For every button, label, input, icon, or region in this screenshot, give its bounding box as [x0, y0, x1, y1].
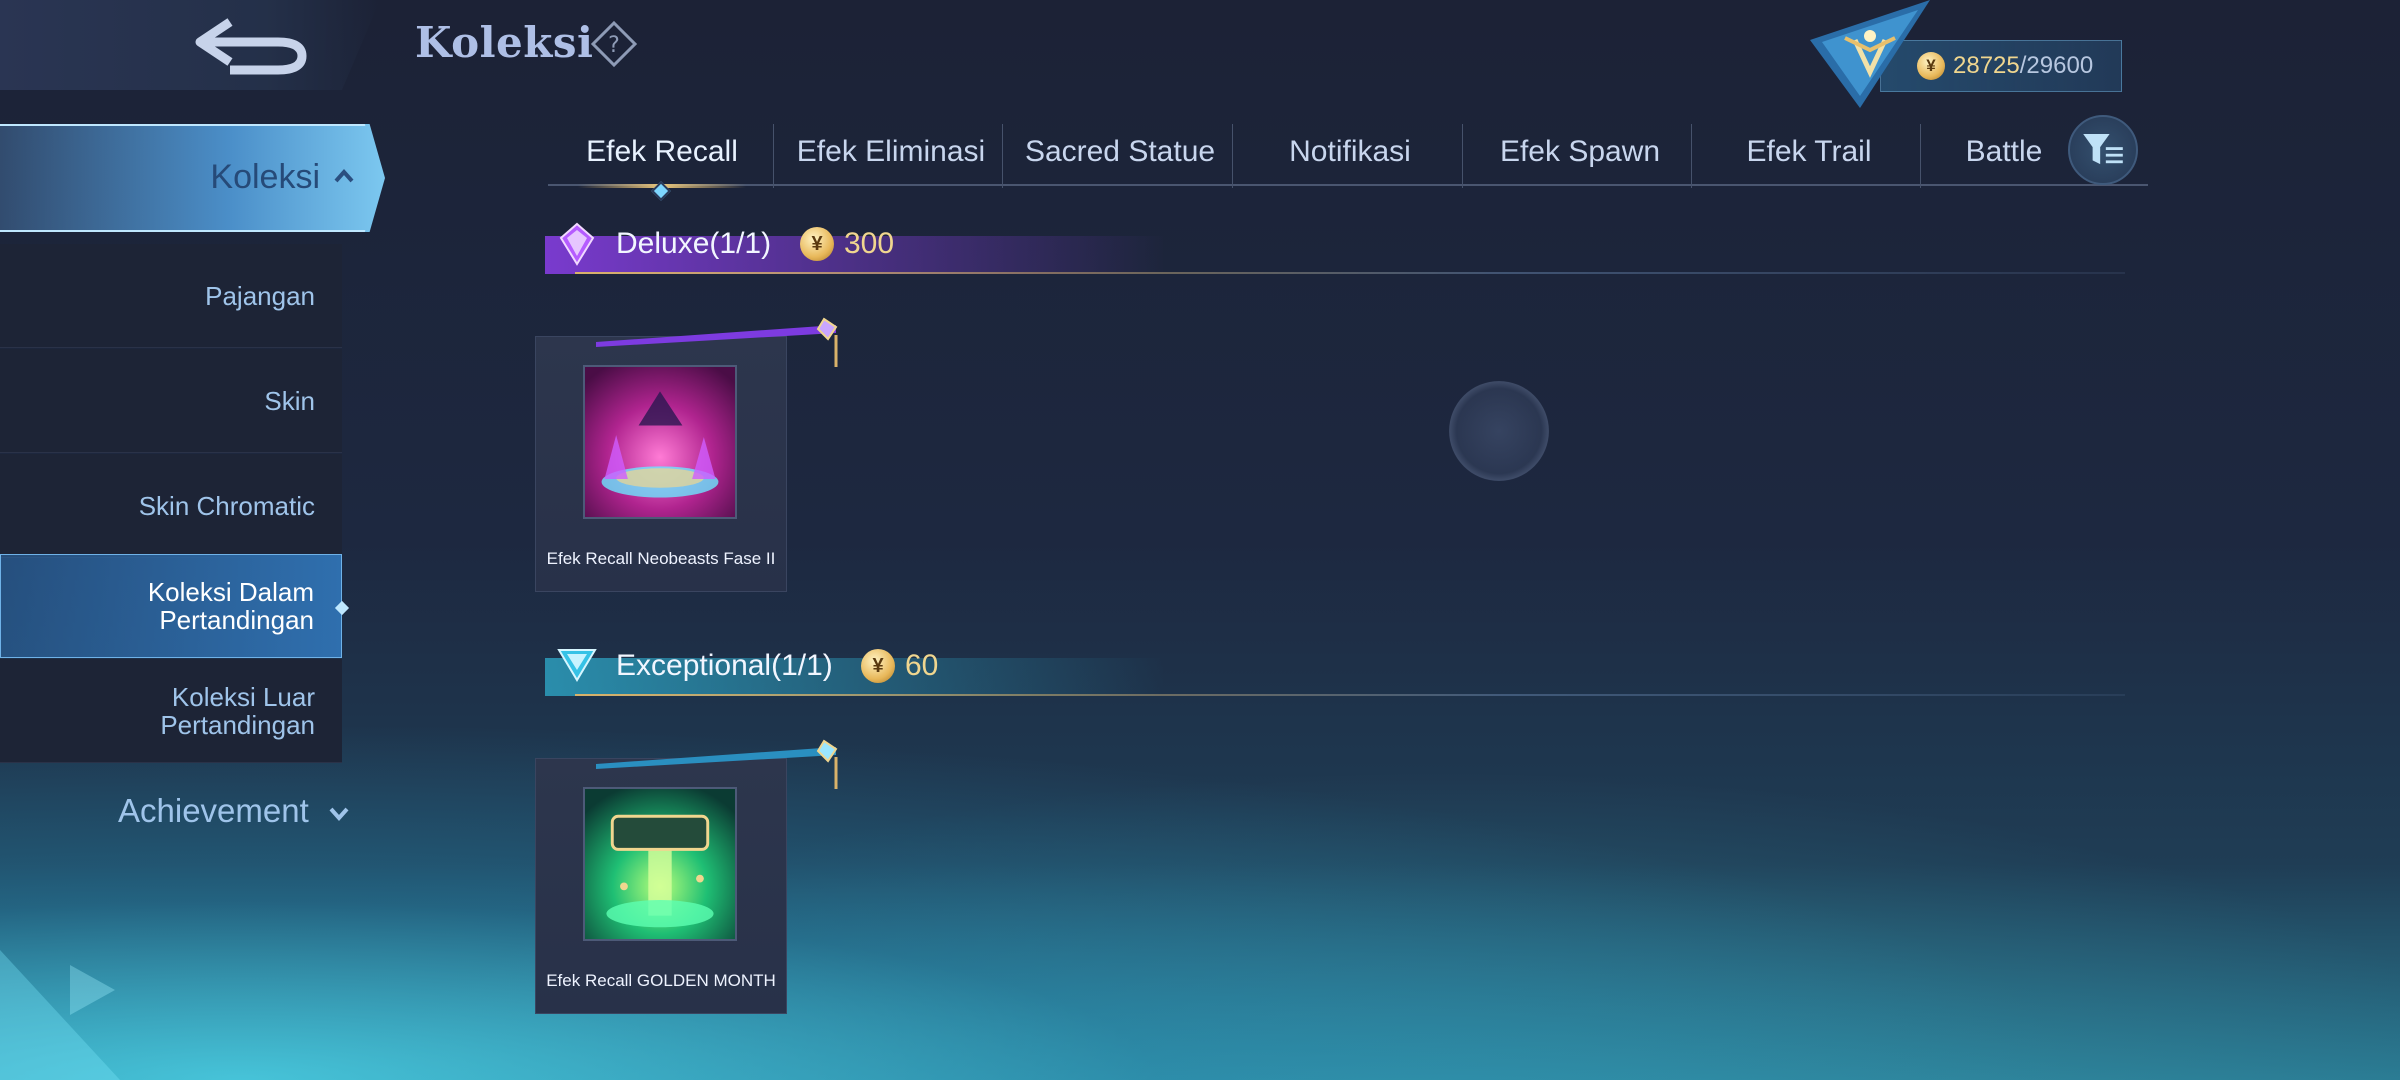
decorative-triangle	[0, 950, 120, 1080]
tab-efek-eliminasi[interactable]: Efek Eliminasi	[777, 120, 1005, 184]
collector-rank-emblem-icon[interactable]	[1800, 0, 1940, 110]
section-header-deluxe: Deluxe(1/1) ¥ 300	[545, 218, 2125, 274]
chevron-up-icon	[334, 168, 354, 183]
tab-efek-recall[interactable]: Efek Recall	[548, 120, 776, 201]
active-indicator	[334, 600, 350, 616]
tab-efek-trail[interactable]: Efek Trail	[1695, 120, 1923, 184]
sidebar-item-label: Koleksi Dalam Pertandingan	[147, 577, 314, 635]
question-diamond-icon[interactable]: ?	[590, 20, 638, 68]
tab-label: Battle	[1965, 135, 2043, 168]
sidebar-header-koleksi[interactable]: Koleksi	[0, 124, 385, 232]
tab-label: Efek Spawn	[1499, 135, 1661, 168]
svg-text:?: ?	[608, 33, 620, 58]
tab-sacred-statue[interactable]: Sacred Statue	[1006, 120, 1234, 184]
item-caption: Efek Recall GOLDEN MONTH	[546, 971, 776, 990]
coin-icon: ¥	[861, 649, 895, 683]
category-tabs: Efek Recall Efek Eliminasi Sacred Statue…	[548, 120, 2148, 201]
sidebar-item-label: Skin Chromatic	[138, 490, 315, 521]
sidebar-item-label: Koleksi Luar Pertandingan	[160, 681, 315, 740]
section-points: ¥ 60	[861, 649, 938, 683]
filter-icon	[2083, 133, 2123, 165]
sidebar-header-label: Koleksi	[210, 158, 320, 196]
decorative-halo	[1449, 381, 1549, 481]
filter-button[interactable]	[2068, 115, 2138, 185]
card-rarity-corner	[596, 739, 838, 789]
item-thumbnail	[583, 787, 737, 941]
item-thumbnail	[583, 365, 737, 519]
points-max: 29600	[2026, 52, 2094, 79]
points-separator: /	[2019, 52, 2027, 79]
section-divider	[575, 694, 2125, 696]
section-points: ¥ 300	[800, 227, 894, 261]
tab-efek-spawn[interactable]: Efek Spawn	[1466, 120, 1694, 184]
sidebar-item-skin[interactable]: Skin	[0, 349, 342, 453]
section-divider	[575, 272, 2125, 274]
tab-notifikasi[interactable]: Notifikasi	[1236, 120, 1464, 184]
tab-label: Sacred Statue	[1024, 135, 1216, 168]
item-caption: Efek Recall Neobeasts Fase II	[546, 549, 776, 568]
tab-label: Efek Trail	[1746, 135, 1872, 168]
card-rarity-corner	[596, 317, 838, 367]
chevron-down-icon	[329, 807, 349, 822]
tab-label: Efek Recall	[586, 135, 738, 168]
sidebar-item-koleksi-dalam-pertandingan[interactable]: Koleksi Dalam Pertandingan	[0, 554, 350, 658]
back-arrow-icon[interactable]	[190, 10, 315, 80]
exceptional-gem-icon	[557, 649, 597, 682]
sidebar-item-skin-chromatic[interactable]: Skin Chromatic	[0, 454, 342, 558]
sidebar-item-koleksi-luar-pertandingan[interactable]: Koleksi Luar Pertandingan	[0, 659, 342, 763]
achievement-label: Achievement	[118, 792, 309, 829]
points-current: 28725	[1953, 52, 2020, 79]
deluxe-gem-icon	[559, 222, 595, 266]
section-title: Deluxe(1/1)	[616, 227, 772, 260]
tab-label: Efek Eliminasi	[796, 135, 986, 168]
collection-card[interactable]: Efek Recall GOLDEN MONTH	[535, 739, 838, 1014]
background-glow	[0, 660, 2400, 1080]
page-title: Koleksi	[415, 18, 594, 67]
collection-card[interactable]: Efek Recall Neobeasts Fase II	[535, 317, 838, 592]
coin-icon: ¥	[800, 227, 834, 261]
tab-battle[interactable]: Battle	[1924, 120, 2084, 184]
sidebar-achievement[interactable]: Achievement	[118, 792, 350, 830]
tab-label: Notifikasi	[1289, 135, 1411, 168]
section-title: Exceptional(1/1)	[616, 649, 833, 682]
sidebar-item-pajangan[interactable]: Pajangan	[0, 244, 342, 348]
sidebar-item-label: Pajangan	[205, 280, 315, 311]
sidebar-item-label: Skin	[264, 385, 315, 416]
section-header-exceptional: Exceptional(1/1) ¥ 60	[545, 640, 2125, 696]
